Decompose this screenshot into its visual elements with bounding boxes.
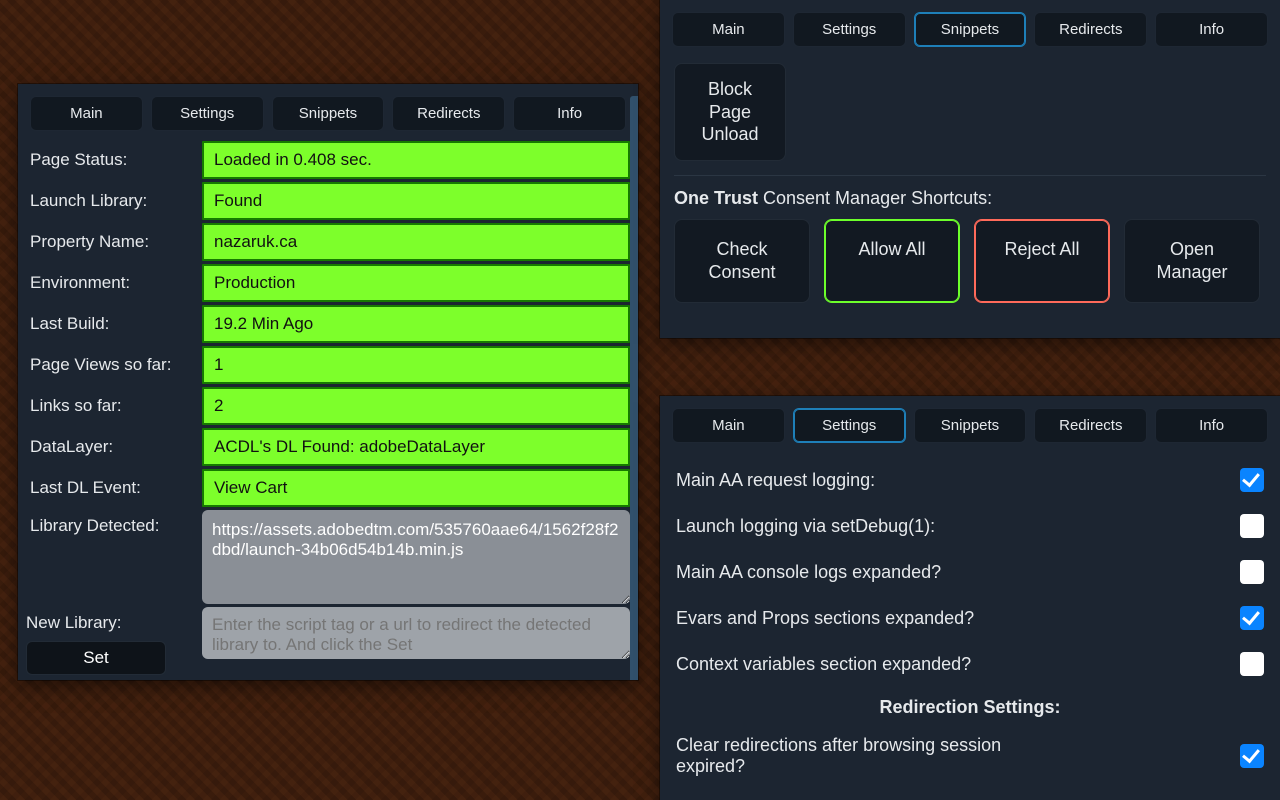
reject-all-button[interactable]: Reject All	[974, 219, 1110, 304]
onetrust-title-rest: Consent Manager Shortcuts:	[758, 188, 992, 208]
tab-main[interactable]: Main	[672, 12, 785, 47]
tab-info[interactable]: Info	[1155, 408, 1268, 443]
last-dl-event-value: View Cart	[202, 469, 630, 507]
tab-info[interactable]: Info	[513, 96, 626, 131]
property-name-label: Property Name:	[26, 223, 194, 261]
setting-checkbox-evars-expanded[interactable]	[1240, 606, 1264, 630]
tab-info[interactable]: Info	[1155, 12, 1268, 47]
row-links: Links so far: 2	[18, 387, 638, 425]
tab-redirects[interactable]: Redirects	[1034, 12, 1147, 47]
setting-label: Context variables section expanded?	[676, 654, 971, 675]
row-datalayer: DataLayer: ACDL's DL Found: adobeDataLay…	[18, 428, 638, 466]
onetrust-buttons: Check Consent Allow All Reject All Open …	[674, 219, 1266, 304]
row-last-dl-event: Last DL Event: View Cart	[18, 469, 638, 507]
library-detected-textarea[interactable]	[202, 510, 630, 604]
snippets-panel: Main Settings Snippets Redirects Info Bl…	[660, 0, 1280, 338]
last-dl-event-label: Last DL Event:	[26, 469, 194, 507]
open-manager-button[interactable]: Open Manager	[1124, 219, 1260, 304]
row-last-build: Last Build: 19.2 Min Ago	[18, 305, 638, 343]
setting-checkbox-context-expanded[interactable]	[1240, 652, 1264, 676]
tab-redirects[interactable]: Redirects	[392, 96, 505, 131]
row-page-views: Page Views so far: 1	[18, 346, 638, 384]
row-property-name: Property Name: nazaruk.ca	[18, 223, 638, 261]
tab-main[interactable]: Main	[30, 96, 143, 131]
setting-label: Main AA request logging:	[676, 470, 875, 491]
settings-panel: Main Settings Snippets Redirects Info Ma…	[660, 396, 1280, 800]
setting-checkbox-aa-request-logging[interactable]	[1240, 468, 1264, 492]
page-status-value: Loaded in 0.408 sec.	[202, 141, 630, 179]
page-views-value: 1	[202, 346, 630, 384]
redirection-settings-heading: Redirection Settings:	[676, 687, 1264, 724]
setting-row-aa-request-logging: Main AA request logging:	[676, 457, 1264, 503]
setting-row-evars-expanded: Evars and Props sections expanded?	[676, 595, 1264, 641]
setting-checkbox-launch-logging[interactable]	[1240, 514, 1264, 538]
main-tabs: Main Settings Snippets Redirects Info	[18, 84, 638, 141]
setting-row-clear-redirections: Clear redirections after browsing sessio…	[676, 724, 1264, 788]
setting-label: Launch logging via setDebug(1):	[676, 516, 935, 537]
property-name-value: nazaruk.ca	[202, 223, 630, 261]
row-library-detected: Library Detected:	[18, 510, 638, 604]
row-launch-library: Launch Library: Found	[18, 182, 638, 220]
page-views-label: Page Views so far:	[26, 346, 194, 384]
settings-tabs: Main Settings Snippets Redirects Info	[660, 396, 1280, 453]
tab-snippets[interactable]: Snippets	[914, 12, 1027, 47]
setting-label: Evars and Props sections expanded?	[676, 608, 974, 629]
allow-all-button[interactable]: Allow All	[824, 219, 960, 304]
tab-snippets[interactable]: Snippets	[914, 408, 1027, 443]
setting-row-context-expanded: Context variables section expanded?	[676, 641, 1264, 687]
links-label: Links so far:	[26, 387, 194, 425]
launch-library-label: Launch Library:	[26, 182, 194, 220]
check-consent-button[interactable]: Check Consent	[674, 219, 810, 304]
tab-main[interactable]: Main	[672, 408, 785, 443]
tab-settings[interactable]: Settings	[793, 408, 906, 443]
setting-row-console-expanded: Main AA console logs expanded?	[676, 549, 1264, 595]
datalayer-value: ACDL's DL Found: adobeDataLayer	[202, 428, 630, 466]
setting-checkbox-console-expanded[interactable]	[1240, 560, 1264, 584]
snippets-tabs: Main Settings Snippets Redirects Info	[660, 0, 1280, 57]
datalayer-label: DataLayer:	[26, 428, 194, 466]
onetrust-title: One Trust Consent Manager Shortcuts:	[674, 188, 1266, 209]
environment-value: Production	[202, 264, 630, 302]
new-library-label-col: New Library: Set	[26, 607, 194, 675]
setting-label: Clear redirections after browsing sessio…	[676, 735, 1036, 777]
setting-row-launch-logging: Launch logging via setDebug(1):	[676, 503, 1264, 549]
divider	[674, 175, 1266, 176]
environment-label: Environment:	[26, 264, 194, 302]
tab-snippets[interactable]: Snippets	[272, 96, 385, 131]
tab-settings[interactable]: Settings	[793, 12, 906, 47]
block-page-unload-button[interactable]: Block Page Unload	[674, 63, 786, 161]
library-detected-label: Library Detected:	[26, 510, 194, 545]
links-value: 2	[202, 387, 630, 425]
last-build-value: 19.2 Min Ago	[202, 305, 630, 343]
set-button[interactable]: Set	[26, 641, 166, 675]
row-page-status: Page Status: Loaded in 0.408 sec.	[18, 141, 638, 179]
main-panel: Main Settings Snippets Redirects Info Pa…	[18, 84, 638, 680]
row-new-library: New Library: Set	[18, 607, 638, 675]
tab-settings[interactable]: Settings	[151, 96, 264, 131]
launch-library-value: Found	[202, 182, 630, 220]
row-environment: Environment: Production	[18, 264, 638, 302]
tab-redirects[interactable]: Redirects	[1034, 408, 1147, 443]
page-status-label: Page Status:	[26, 141, 194, 179]
setting-checkbox-clear-redirections[interactable]	[1240, 744, 1264, 768]
onetrust-title-bold: One Trust	[674, 188, 758, 208]
new-library-textarea[interactable]	[202, 607, 630, 659]
new-library-label: New Library:	[26, 613, 194, 633]
setting-label: Main AA console logs expanded?	[676, 562, 941, 583]
last-build-label: Last Build:	[26, 305, 194, 343]
